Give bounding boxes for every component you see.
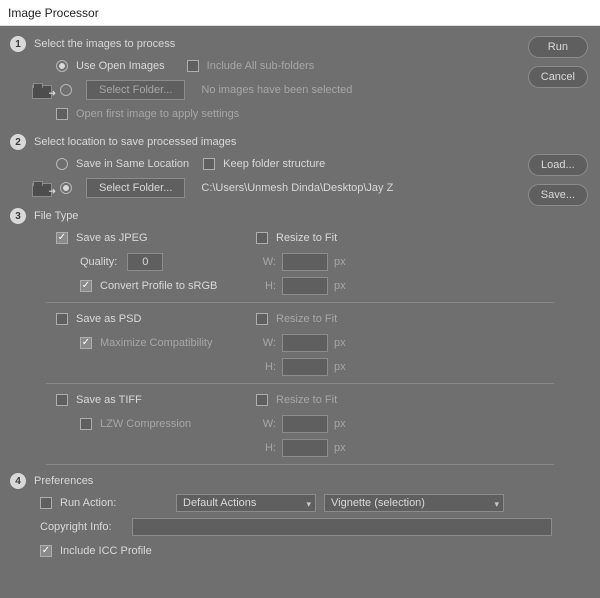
jpeg-w-label: W: xyxy=(256,256,276,268)
keep-folder-structure-label: Keep folder structure xyxy=(223,158,325,170)
save-as-jpeg-label: Save as JPEG xyxy=(76,232,148,244)
tiff-w-px: px xyxy=(334,418,346,430)
jpeg-resize-checkbox[interactable] xyxy=(256,232,268,244)
psd-h-input[interactable] xyxy=(282,358,328,376)
run-button[interactable]: Run xyxy=(528,36,588,58)
chevron-down-icon: ▾ xyxy=(494,499,499,510)
jpeg-h-px: px xyxy=(334,280,346,292)
psd-w-px: px xyxy=(334,337,346,349)
jpeg-h-label: H: xyxy=(256,280,276,292)
use-open-images-label: Use Open Images xyxy=(76,60,165,72)
lzw-label: LZW Compression xyxy=(100,418,191,430)
include-icc-label: Include ICC Profile xyxy=(60,545,152,557)
divider-2 xyxy=(46,383,554,384)
save-as-psd-checkbox[interactable] xyxy=(56,313,68,325)
open-first-image-label: Open first image to apply settings xyxy=(76,108,239,120)
section-2: 2 Select location to save processed imag… xyxy=(10,132,590,200)
max-compat-label: Maximize Compatibility xyxy=(100,337,212,349)
step-badge-3: 3 xyxy=(10,208,26,224)
quality-label: Quality: xyxy=(80,256,117,268)
psd-h-label: H: xyxy=(256,361,276,373)
tiff-w-label: W: xyxy=(256,418,276,430)
convert-srgb-label: Convert Profile to sRGB xyxy=(100,280,217,292)
save-same-location-label: Save in Same Location xyxy=(76,158,189,170)
tiff-w-input[interactable] xyxy=(282,415,328,433)
lzw-checkbox[interactable] xyxy=(80,418,92,430)
no-images-label: No images have been selected xyxy=(201,84,352,96)
section-4: 4 Preferences Run Action: Default Action… xyxy=(10,471,590,563)
use-open-images-radio[interactable] xyxy=(56,60,68,72)
keep-folder-structure-checkbox[interactable] xyxy=(203,158,215,170)
convert-srgb-checkbox[interactable] xyxy=(80,280,92,292)
window-title: Image Processor xyxy=(0,0,600,26)
divider-3 xyxy=(46,464,554,465)
select-folder-in-button[interactable]: Select Folder... xyxy=(86,80,185,100)
include-subfolders-checkbox[interactable] xyxy=(187,60,199,72)
save-as-tiff-label: Save as TIFF xyxy=(76,394,142,406)
section-3: 3 File Type Save as JPEG Resize to Fit Q… xyxy=(10,206,590,465)
save-as-jpeg-checkbox[interactable] xyxy=(56,232,68,244)
step-badge-2: 2 xyxy=(10,134,26,150)
action-name-select[interactable]: Vignette (selection) ▾ xyxy=(324,494,504,512)
section-1: 1 Select the images to process Use Open … xyxy=(10,34,590,126)
tiff-h-px: px xyxy=(334,442,346,454)
load-button[interactable]: Load... xyxy=(528,154,588,176)
action-set-value: Default Actions xyxy=(183,497,256,509)
divider-1 xyxy=(46,302,554,303)
jpeg-w-input[interactable] xyxy=(282,253,328,271)
right-button-column: Run Cancel Load... Save... xyxy=(528,36,588,206)
tiff-resize-label: Resize to Fit xyxy=(276,394,337,406)
save-button[interactable]: Save... xyxy=(528,184,588,206)
action-set-select[interactable]: Default Actions ▾ xyxy=(176,494,316,512)
select-folder-in-radio[interactable] xyxy=(60,84,72,96)
copyright-label: Copyright Info: xyxy=(40,521,132,533)
open-first-image-checkbox[interactable] xyxy=(56,108,68,120)
folder-out-icon: ➜ xyxy=(32,181,50,195)
psd-w-label: W: xyxy=(256,337,276,349)
output-path-label: C:\Users\Unmesh Dinda\Desktop\Jay Z xyxy=(201,182,393,194)
psd-resize-label: Resize to Fit xyxy=(276,313,337,325)
jpeg-resize-label: Resize to Fit xyxy=(276,232,337,244)
folder-in-icon: ➜ xyxy=(32,83,50,97)
jpeg-h-input[interactable] xyxy=(282,277,328,295)
section-2-title: Select location to save processed images xyxy=(34,136,236,148)
save-same-location-radio[interactable] xyxy=(56,158,68,170)
main-panel: Run Cancel Load... Save... 1 Select the … xyxy=(0,26,600,598)
save-as-psd-label: Save as PSD xyxy=(76,313,141,325)
step-badge-4: 4 xyxy=(10,473,26,489)
select-folder-out-button[interactable]: Select Folder... xyxy=(86,178,185,198)
tiff-h-input[interactable] xyxy=(282,439,328,457)
section-3-title: File Type xyxy=(34,210,78,222)
psd-h-px: px xyxy=(334,361,346,373)
cancel-button[interactable]: Cancel xyxy=(528,66,588,88)
psd-resize-checkbox[interactable] xyxy=(256,313,268,325)
section-4-title: Preferences xyxy=(34,475,93,487)
psd-w-input[interactable] xyxy=(282,334,328,352)
max-compat-checkbox[interactable] xyxy=(80,337,92,349)
section-1-title: Select the images to process xyxy=(34,38,175,50)
include-icc-checkbox[interactable] xyxy=(40,545,52,557)
quality-input[interactable] xyxy=(127,253,163,271)
run-action-label: Run Action: xyxy=(60,497,136,509)
select-folder-out-radio[interactable] xyxy=(60,182,72,194)
jpeg-w-px: px xyxy=(334,256,346,268)
tiff-resize-checkbox[interactable] xyxy=(256,394,268,406)
chevron-down-icon: ▾ xyxy=(306,499,311,510)
action-name-value: Vignette (selection) xyxy=(331,497,425,509)
run-action-checkbox[interactable] xyxy=(40,497,52,509)
step-badge-1: 1 xyxy=(10,36,26,52)
tiff-h-label: H: xyxy=(256,442,276,454)
include-subfolders-label: Include All sub-folders xyxy=(207,60,315,72)
save-as-tiff-checkbox[interactable] xyxy=(56,394,68,406)
copyright-input[interactable] xyxy=(132,518,552,536)
